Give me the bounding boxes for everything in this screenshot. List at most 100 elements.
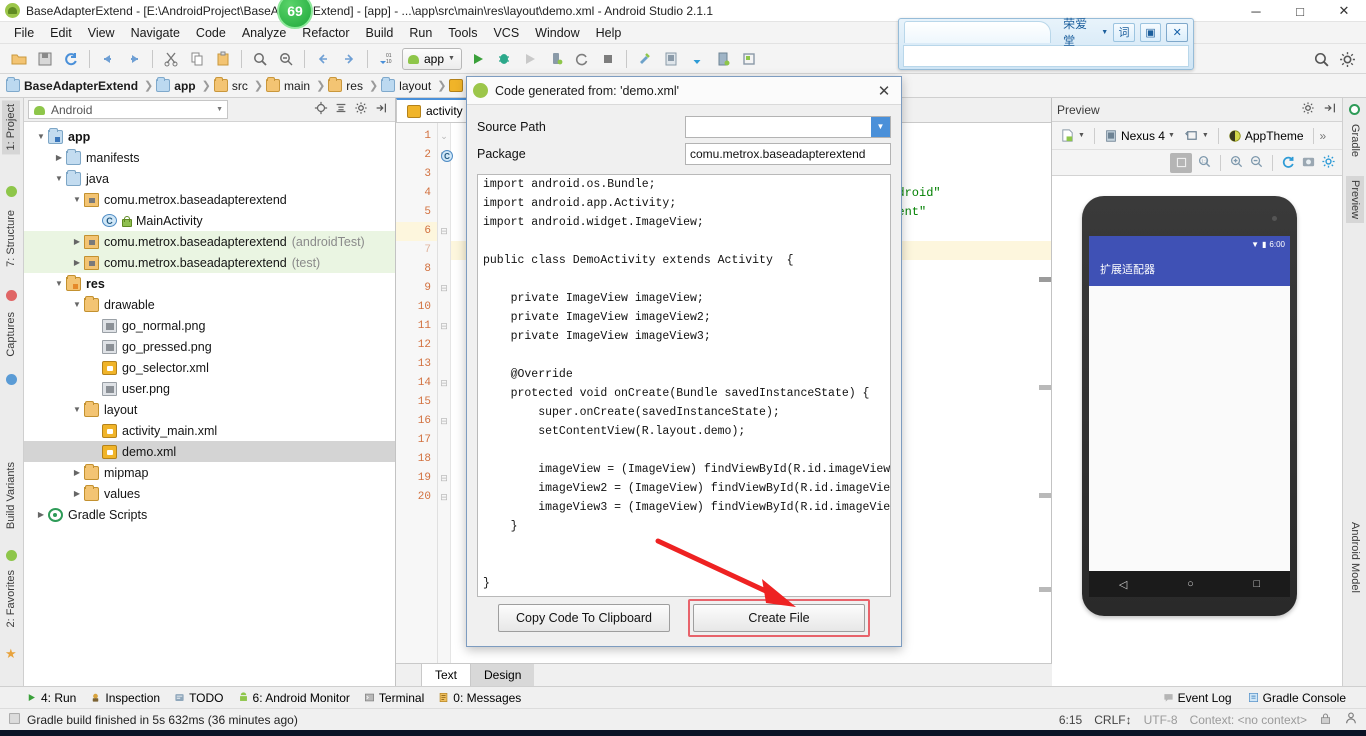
zoom-actual-icon[interactable]: 1:1 <box>1197 154 1212 172</box>
chevron-down-icon[interactable]: ▼ <box>52 279 66 288</box>
project-view-selector[interactable]: Android ▼ <box>28 100 228 119</box>
bottom-tool-event-log[interactable]: Event Log <box>1163 691 1232 705</box>
chevron-down-icon[interactable]: ▼ <box>70 300 84 309</box>
editor-gutter[interactable]: 1 C2 3 4 5 6 7 8 9 10 11 12 13 14 15 16 … <box>396 123 453 663</box>
refresh-icon[interactable] <box>1281 154 1296 172</box>
chevron-right-icon[interactable]: ▶ <box>34 510 48 519</box>
tree-node-activity-main-xml[interactable]: activity_main.xml <box>24 420 395 441</box>
bottom-tool-terminal[interactable]: Terminal <box>364 691 424 705</box>
context-indicator[interactable]: Context: <no context> <box>1190 713 1307 727</box>
breadcrumb-item-main[interactable]: main <box>266 77 313 93</box>
run-button[interactable] <box>467 48 489 70</box>
preview-orientation-selector[interactable]: ▼ <box>1181 128 1212 143</box>
tree-node-mipmap[interactable]: ▶ mipmap <box>24 462 395 483</box>
line-separator[interactable]: CRLF↕ <box>1094 713 1131 727</box>
avd-manager-icon[interactable] <box>660 48 682 70</box>
run-coverage-icon[interactable] <box>519 48 541 70</box>
ime-input-area[interactable] <box>904 21 1052 43</box>
close-icon[interactable]: ✕ <box>873 80 895 102</box>
zoom-in-icon[interactable] <box>1229 154 1244 172</box>
chevron-right-icon[interactable]: ▶ <box>70 468 84 477</box>
sidebar-item-project[interactable]: 1: Project <box>2 100 20 155</box>
settings-icon[interactable] <box>1336 48 1358 70</box>
settings-icon[interactable] <box>354 101 368 118</box>
breadcrumb-item-src[interactable]: src <box>213 77 251 93</box>
settings-icon[interactable] <box>1321 154 1336 172</box>
close-button[interactable]: ✕ <box>1322 0 1366 22</box>
menu-run[interactable]: Run <box>401 24 440 42</box>
sync-project-icon[interactable] <box>686 48 708 70</box>
tree-node-drawable[interactable]: ▼ drawable <box>24 294 395 315</box>
menu-view[interactable]: View <box>80 24 123 42</box>
zoom-out-icon[interactable] <box>1249 154 1264 172</box>
search-icon[interactable] <box>1310 48 1332 70</box>
tree-node-package-main[interactable]: ▼ comu.metrox.baseadapterextend <box>24 189 395 210</box>
lock-icon[interactable] <box>1319 712 1332 728</box>
tree-node-layout[interactable]: ▼ layout <box>24 399 395 420</box>
menu-file[interactable]: File <box>6 24 42 42</box>
tab-text[interactable]: Text <box>421 663 472 687</box>
redo-icon[interactable] <box>123 48 145 70</box>
breadcrumb-item-layout[interactable]: layout <box>381 77 434 93</box>
chevron-down-icon[interactable]: ▼ <box>52 174 66 183</box>
chevron-down-icon[interactable]: ▼ <box>871 116 890 137</box>
ime-dict-button[interactable]: 词 <box>1113 22 1135 42</box>
preview-canvas[interactable]: ▼ ▮ 6:00 扩展适配器 ◁ ○ □ <box>1052 176 1342 681</box>
generated-code-box[interactable]: import android.os.Bundle; import android… <box>477 174 891 597</box>
menu-navigate[interactable]: Navigate <box>123 24 188 42</box>
breadcrumb-item-file[interactable] <box>449 79 466 92</box>
source-path-combo[interactable]: ▼ <box>685 115 891 138</box>
locate-icon[interactable] <box>314 101 328 118</box>
tree-node-res[interactable]: ▼ res <box>24 273 395 294</box>
tree-node-manifests[interactable]: ▶ manifests <box>24 147 395 168</box>
menu-build[interactable]: Build <box>358 24 402 42</box>
chevron-down-icon[interactable]: ▼ <box>70 405 84 414</box>
maximize-button[interactable]: □ <box>1278 0 1322 22</box>
preview-config-selector[interactable]: ▼ <box>1057 128 1088 143</box>
rerun-icon[interactable] <box>571 48 593 70</box>
stop-icon[interactable] <box>597 48 619 70</box>
sidebar-item-captures[interactable]: Captures <box>2 308 20 361</box>
sidebar-item-structure[interactable]: 7: Structure <box>2 206 20 271</box>
inspector-icon[interactable] <box>1344 711 1358 728</box>
encoding[interactable]: UTF-8 <box>1144 713 1178 727</box>
editor-fold-bar[interactable]: ⌄ ⊟ ⊟ ⊟ ⊟ ⊟ ⊟ ⊟ ⊟ <box>438 123 451 663</box>
tree-node-app[interactable]: ▼ app <box>24 126 395 147</box>
chevron-right-icon[interactable]: ▶ <box>70 237 84 246</box>
tree-node-go-normal[interactable]: go_normal.png <box>24 315 395 336</box>
preview-theme-selector[interactable]: AppTheme <box>1225 129 1307 143</box>
run-configuration-selector[interactable]: app ▼ <box>402 47 462 70</box>
device-manager-icon[interactable] <box>712 48 734 70</box>
hide-icon[interactable] <box>1323 101 1337 118</box>
gradle-sync-icon[interactable]: 01 10 <box>375 48 397 70</box>
menu-code[interactable]: Code <box>188 24 234 42</box>
fold-marker[interactable]: ⊟ <box>438 488 450 507</box>
chevron-right-icon[interactable]: ▶ <box>70 489 84 498</box>
bottom-tool-gradle-console[interactable]: Gradle Console <box>1248 691 1346 705</box>
scrollbar-thumb[interactable] <box>1039 277 1051 282</box>
bottom-tool-android-monitor[interactable]: 6: Android Monitor <box>238 691 350 705</box>
sidebar-item-build-variants[interactable]: Build Variants <box>2 458 20 533</box>
breadcrumb-item-app[interactable]: app <box>156 77 198 93</box>
sidebar-item-android-model[interactable]: Android Model <box>1346 518 1364 597</box>
fold-marker[interactable]: ⊟ <box>438 279 450 298</box>
editor-tab-activity[interactable]: activity <box>396 98 474 122</box>
preview-overflow-button[interactable]: » <box>1320 129 1327 143</box>
replace-icon[interactable] <box>275 48 297 70</box>
cut-icon[interactable] <box>160 48 182 70</box>
breadcrumb-item-project[interactable]: BaseAdapterExtend <box>6 77 141 93</box>
fold-marker[interactable]: ⊟ <box>438 412 450 431</box>
paste-icon[interactable] <box>212 48 234 70</box>
menu-vcs[interactable]: VCS <box>485 24 527 42</box>
tree-node-go-pressed[interactable]: go_pressed.png <box>24 336 395 357</box>
package-input[interactable]: comu.metrox.baseadapterextend <box>685 142 891 165</box>
copy-icon[interactable] <box>186 48 208 70</box>
ime-panel-button[interactable]: ▣ <box>1139 22 1162 42</box>
fold-marker[interactable]: ⊟ <box>438 374 450 393</box>
tree-node-gradle-scripts[interactable]: ▶ Gradle Scripts <box>24 504 395 525</box>
ime-name-button[interactable]: 荣爱堂 ▼ <box>1063 15 1108 49</box>
tree-node-package-androidtest[interactable]: ▶ comu.metrox.baseadapterextend (android… <box>24 231 395 252</box>
tree-node-java[interactable]: ▼ java <box>24 168 395 189</box>
bottom-tool-messages[interactable]: 0: Messages <box>438 691 521 705</box>
chevron-down-icon[interactable]: ▼ <box>34 132 48 141</box>
